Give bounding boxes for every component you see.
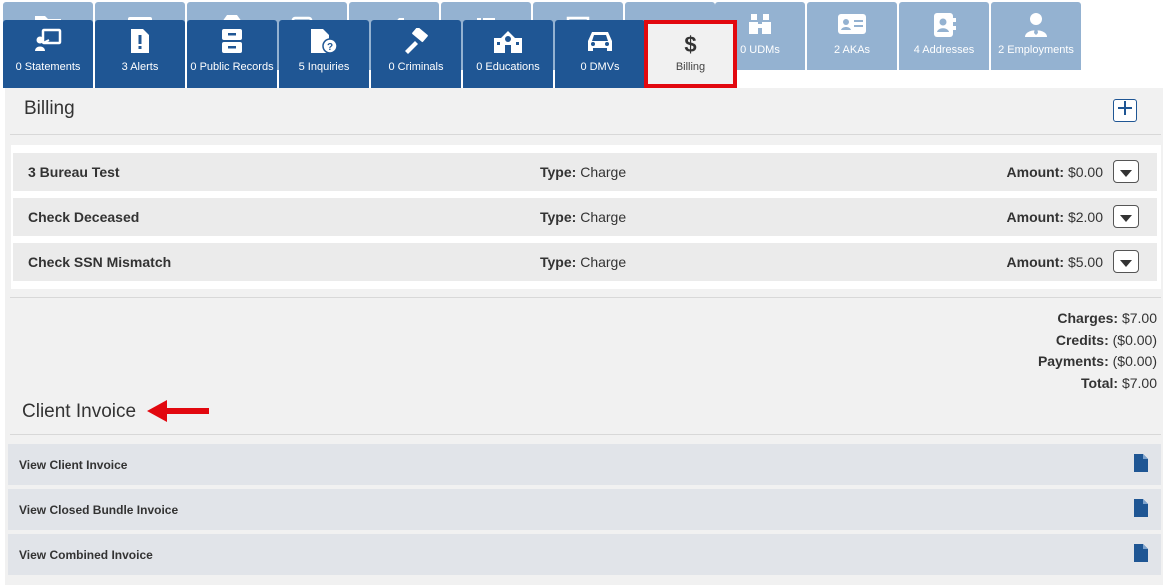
- tab-akas[interactable]: 2 AKAs: [807, 2, 897, 70]
- school-icon: [463, 28, 553, 54]
- totals-label: Payments:: [1037, 353, 1109, 369]
- car-icon: [555, 28, 645, 54]
- billing-title: Billing: [24, 98, 75, 119]
- tab-statements[interactable]: 0 Statements: [3, 20, 93, 88]
- dollar-icon: $: [684, 32, 697, 57]
- alert-file-icon: [95, 28, 185, 54]
- view-client-invoice-row[interactable]: View Client Invoice: [8, 444, 1161, 485]
- totals-value: ($0.00): [1112, 353, 1157, 369]
- divider: [10, 297, 1161, 298]
- divider: [10, 434, 1161, 435]
- charge-type: Type: Charge: [540, 164, 626, 180]
- tab-criminals[interactable]: 0 Criminals: [371, 20, 461, 88]
- total-payments: Payments: ($0.00): [1038, 351, 1157, 373]
- charge-row: 3 Bureau Test Type: Charge Amount: $0.00: [13, 153, 1157, 191]
- amount-label: Amount:: [1006, 254, 1065, 270]
- tab-label: 0 Educations: [476, 61, 540, 73]
- type-label: Type:: [540, 164, 577, 180]
- totals-label: Charges:: [1057, 310, 1119, 326]
- client-invoice-title: Client Invoice: [22, 401, 137, 422]
- charge-amount: Amount: $2.00: [1007, 209, 1103, 225]
- amount-label: Amount:: [1006, 209, 1065, 225]
- type-value: Charge: [580, 164, 627, 180]
- presentation-icon: [3, 28, 93, 52]
- divider: [10, 134, 1161, 135]
- invoice-link-label: View Closed Bundle Invoice: [19, 503, 179, 517]
- svg-text:?: ?: [327, 42, 333, 53]
- charge-type: Type: Charge: [540, 209, 626, 225]
- add-charge-button[interactable]: [1113, 99, 1137, 122]
- tab-educations[interactable]: 0 Educations: [463, 20, 553, 88]
- billing-totals: Charges: $7.00 Credits: ($0.00) Payments…: [1038, 308, 1157, 394]
- tab-label: 2 AKAs: [833, 44, 871, 56]
- caret-down-icon: [1120, 254, 1132, 270]
- tab-label: 2 Employments: [998, 44, 1074, 56]
- tab-inquiries[interactable]: ? 5 Inquiries: [279, 20, 369, 88]
- charge-menu-button[interactable]: [1113, 160, 1139, 183]
- charge-row: Check SSN Mismatch Type: Charge Amount: …: [13, 243, 1157, 281]
- tab-label: 0 Public Records: [190, 61, 274, 73]
- amount-label: Amount:: [1006, 164, 1065, 180]
- charge-amount: Amount: $5.00: [1007, 254, 1103, 270]
- plus-icon: [1118, 101, 1132, 120]
- type-label: Type:: [540, 209, 577, 225]
- charge-type: Type: Charge: [540, 254, 626, 270]
- tab-dmvs[interactable]: 0 DMVs: [555, 20, 645, 88]
- tab-label: 0 DMVs: [580, 61, 620, 73]
- totals-value: $7.00: [1121, 374, 1157, 391]
- amount-value: $5.00: [1067, 254, 1103, 270]
- charge-menu-button[interactable]: [1113, 250, 1139, 273]
- tab-addresses[interactable]: 4 Addresses: [899, 2, 989, 70]
- type-value: Charge: [580, 209, 627, 225]
- employee-icon: [991, 12, 1081, 38]
- charge-row: Check Deceased Type: Charge Amount: $2.0…: [13, 198, 1157, 236]
- caret-down-icon: [1120, 209, 1132, 225]
- totals-label: Total:: [1080, 374, 1119, 391]
- view-combined-invoice-row[interactable]: View Combined Invoice: [8, 534, 1161, 575]
- invoice-link-label: View Combined Invoice: [19, 548, 153, 562]
- document-icon[interactable]: [1134, 454, 1148, 475]
- tab-alerts[interactable]: 3 Alerts: [95, 20, 185, 88]
- id-card-icon: [807, 12, 897, 36]
- totals-label: Credits:: [1055, 331, 1109, 348]
- type-label: Type:: [540, 254, 577, 270]
- charge-name: 3 Bureau Test: [28, 164, 120, 180]
- charge-menu-button[interactable]: [1113, 205, 1139, 228]
- charge-name: Check SSN Mismatch: [28, 254, 172, 270]
- tab-label: Billing: [675, 61, 706, 73]
- view-closed-bundle-invoice-row[interactable]: View Closed Bundle Invoice: [8, 489, 1161, 530]
- total-charges: Charges: $7.00: [1038, 308, 1157, 330]
- billing-panel: Billing 3 Bureau Test Type: Charge Amoun…: [5, 88, 1163, 585]
- charges-list: 3 Bureau Test Type: Charge Amount: $0.00…: [11, 145, 1161, 289]
- invoice-link-label: View Client Invoice: [19, 458, 128, 472]
- total-amount: Total: $7.00: [1038, 373, 1157, 395]
- charge-amount: Amount: $0.00: [1007, 164, 1103, 180]
- address-book-icon: [899, 12, 989, 38]
- totals-value: ($0.00): [1112, 331, 1157, 348]
- tab-label: 4 Addresses: [913, 44, 975, 56]
- gavel-icon: [371, 28, 461, 54]
- type-value: Charge: [580, 254, 627, 270]
- cabinet-icon: [187, 28, 277, 54]
- tab-label: 0 Statements: [15, 61, 81, 73]
- amount-value: $2.00: [1067, 209, 1103, 225]
- charge-name: Check Deceased: [28, 209, 140, 225]
- tab-strip: 0 UDMs 2 AKAs 4 Addresses 2 Employments …: [0, 0, 1172, 90]
- tab-label: 5 Inquiries: [298, 61, 350, 73]
- document-icon[interactable]: [1134, 499, 1148, 520]
- totals-value: $7.00: [1121, 310, 1157, 326]
- total-credits: Credits: ($0.00): [1038, 330, 1157, 352]
- tab-label: 3 Alerts: [121, 61, 159, 73]
- caret-down-icon: [1120, 164, 1132, 180]
- tab-billing[interactable]: $ Billing: [644, 20, 737, 88]
- amount-value: $0.00: [1067, 164, 1103, 180]
- tab-public-records[interactable]: 0 Public Records: [187, 20, 277, 88]
- document-icon[interactable]: [1134, 544, 1148, 565]
- question-file-icon: ?: [279, 28, 369, 54]
- tab-employments[interactable]: 2 Employments: [991, 2, 1081, 70]
- tab-label: 0 Criminals: [388, 61, 444, 73]
- red-arrow-annotation-icon: [147, 400, 211, 427]
